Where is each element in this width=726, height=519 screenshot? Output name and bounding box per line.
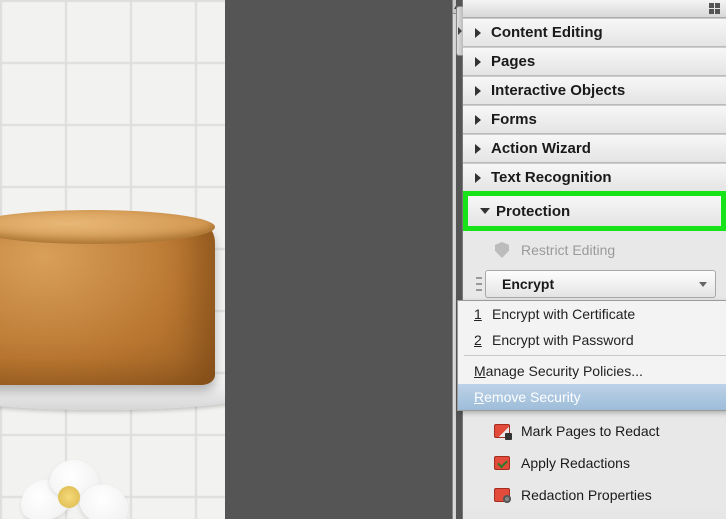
item-label: Restrict Editing — [521, 242, 615, 258]
menu-item-label: Remove Security — [474, 389, 581, 405]
encrypt-dropdown[interactable]: Encrypt — [485, 270, 716, 298]
highlight-annotation: Protection — [463, 191, 726, 231]
panel-collapse-handle[interactable] — [456, 6, 463, 56]
panel-options-icon[interactable] — [709, 3, 720, 14]
accordion-label: Forms — [491, 111, 537, 128]
dropdown-label: Encrypt — [502, 276, 554, 292]
accordion-label: Interactive Objects — [491, 82, 625, 99]
chevron-right-icon — [475, 57, 481, 67]
chevron-down-icon — [480, 208, 490, 214]
item-label: Mark Pages to Redact — [521, 423, 660, 439]
encrypt-with-certificate[interactable]: 1 Encrypt with Certificate — [458, 301, 726, 327]
accordion-label: Protection — [496, 203, 570, 220]
accelerator: 1 — [474, 306, 482, 322]
redaction-properties[interactable]: Redaction Properties — [463, 479, 726, 511]
chevron-right-icon — [475, 86, 481, 96]
accordion-label: Content Editing — [491, 24, 603, 41]
accordion-label: Pages — [491, 53, 535, 70]
redact-mark-icon — [493, 422, 511, 440]
redact-properties-icon — [493, 486, 511, 504]
item-label: Apply Redactions — [521, 455, 630, 471]
chevron-right-icon — [475, 144, 481, 154]
chevron-right-icon — [475, 115, 481, 125]
encrypt-with-password[interactable]: 2 Encrypt with Password — [458, 327, 726, 353]
redact-apply-icon — [493, 454, 511, 472]
chevron-right-icon — [475, 173, 481, 183]
remove-security[interactable]: Remove Security — [458, 384, 726, 410]
accordion-action-wizard[interactable]: Action Wizard — [463, 134, 726, 163]
item-label: Redaction Properties — [521, 487, 652, 503]
accelerator: 2 — [474, 332, 482, 348]
menu-item-label: Encrypt with Password — [492, 332, 634, 348]
tools-panel: Content Editing Pages Interactive Object… — [462, 0, 726, 519]
accordion-label: Text Recognition — [491, 169, 612, 186]
accordion-pages[interactable]: Pages — [463, 47, 726, 76]
encrypt-menu: 1 Encrypt with Certificate 2 Encrypt wit… — [457, 300, 726, 411]
apply-redactions[interactable]: Apply Redactions — [463, 447, 726, 479]
shield-icon — [493, 241, 511, 259]
menu-item-label: Manage Security Policies... — [474, 363, 643, 379]
grip-icon — [476, 277, 482, 291]
accordion-interactive-objects[interactable]: Interactive Objects — [463, 76, 726, 105]
menu-item-label: Encrypt with Certificate — [492, 306, 635, 322]
restrict-editing-item: Restrict Editing — [463, 234, 726, 266]
mark-pages-to-redact[interactable]: Mark Pages to Redact — [463, 415, 726, 447]
accordion-content-editing[interactable]: Content Editing — [463, 18, 726, 47]
document-scrollbar[interactable] — [452, 0, 456, 519]
accordion-forms[interactable]: Forms — [463, 105, 726, 134]
manage-security-policies[interactable]: Manage Security Policies... — [458, 358, 726, 384]
menu-separator — [464, 355, 726, 356]
document-preview — [0, 0, 225, 519]
accordion-protection[interactable]: Protection — [468, 196, 721, 226]
panel-header — [463, 0, 726, 18]
chevron-right-icon — [475, 28, 481, 38]
accordion-text-recognition[interactable]: Text Recognition — [463, 163, 726, 192]
chevron-down-icon — [699, 282, 707, 287]
accordion-label: Action Wizard — [491, 140, 591, 157]
protection-section: Restrict Editing Encrypt 1 Encrypt with … — [463, 230, 726, 511]
